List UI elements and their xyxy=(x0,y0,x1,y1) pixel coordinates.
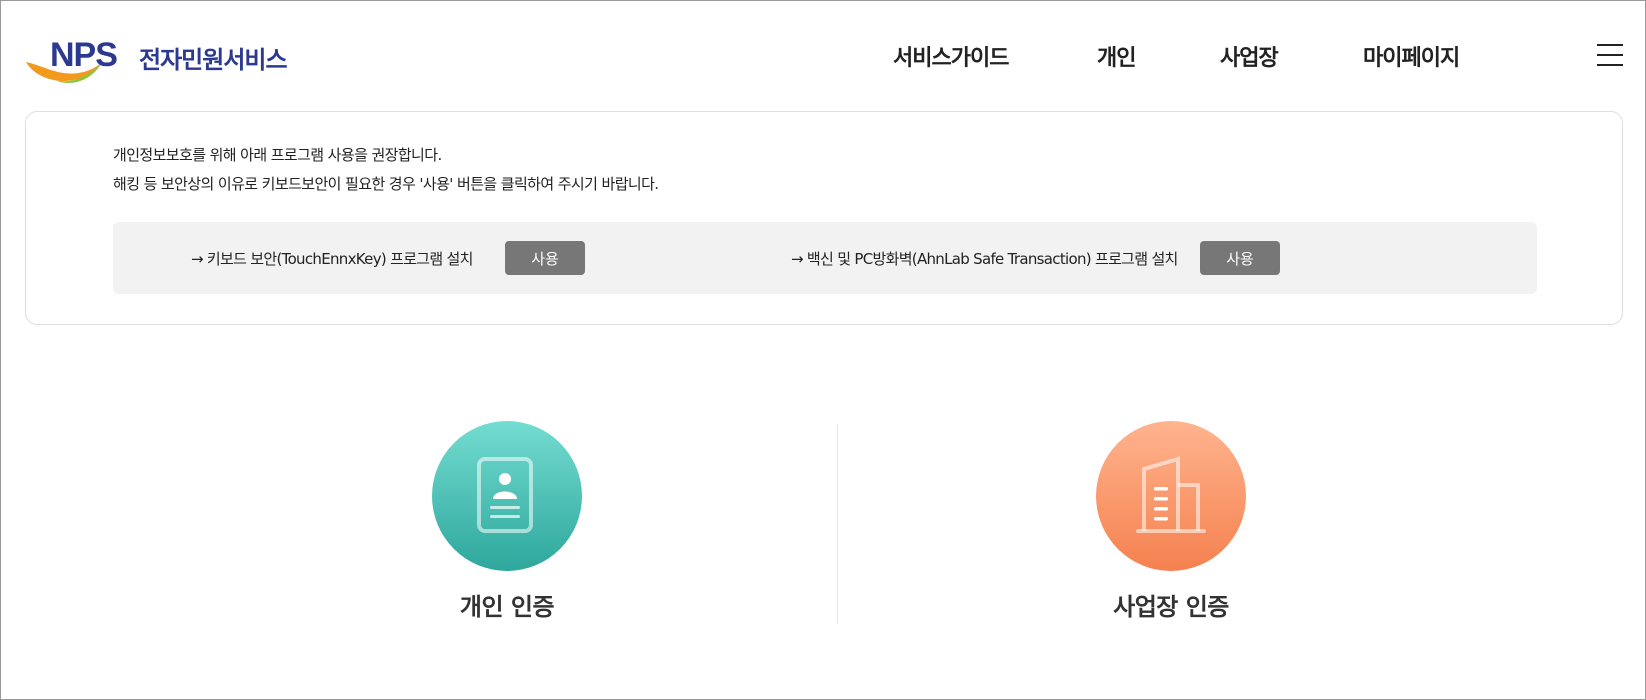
nav-personal[interactable]: 개인 xyxy=(1097,40,1136,72)
business-auth-option[interactable]: 사업장 인증 xyxy=(1011,421,1331,631)
window-frame xyxy=(0,0,1646,700)
program-install-bar: → 키보드 보안(TouchEnnxKey) 프로그램 설치 사용 → 백신 및… xyxy=(113,222,1537,294)
building-icon xyxy=(1136,456,1206,533)
antivirus-firewall-label: → 백신 및 PC방화벽(AhnLab Safe Transaction) 프로… xyxy=(791,250,1178,268)
nav-business[interactable]: 사업장 xyxy=(1220,40,1279,72)
business-auth-circle xyxy=(1096,421,1246,571)
hamburger-menu-icon[interactable] xyxy=(1597,44,1623,66)
security-notice-box: 개인정보보호를 위해 아래 프로그램 사용을 권장합니다. 해킹 등 보안상의 … xyxy=(25,111,1623,325)
business-auth-label: 사업장 인증 xyxy=(1113,593,1229,621)
id-card-icon xyxy=(477,457,533,533)
personal-auth-option[interactable]: 개인 인증 xyxy=(347,421,667,631)
nav-service-guide[interactable]: 서비스가이드 xyxy=(893,40,1009,72)
personal-auth-circle xyxy=(432,421,582,571)
nav-mypage[interactable]: 마이페이지 xyxy=(1363,40,1460,72)
keyboard-security-use-button[interactable]: 사용 xyxy=(505,241,585,275)
notice-line-2: 해킹 등 보안상의 이유로 키보드보안이 필요한 경우 '사용' 버튼을 클릭하… xyxy=(113,175,659,193)
notice-line-1: 개인정보보호를 위해 아래 프로그램 사용을 권장합니다. xyxy=(113,146,442,164)
keyboard-security-label: → 키보드 보안(TouchEnnxKey) 프로그램 설치 xyxy=(191,250,473,268)
auth-divider xyxy=(837,424,838,624)
antivirus-firewall-use-button[interactable]: 사용 xyxy=(1200,241,1280,275)
main-nav: 서비스가이드 개인 사업장 마이페이지 xyxy=(0,40,1646,72)
personal-auth-label: 개인 인증 xyxy=(459,593,555,621)
